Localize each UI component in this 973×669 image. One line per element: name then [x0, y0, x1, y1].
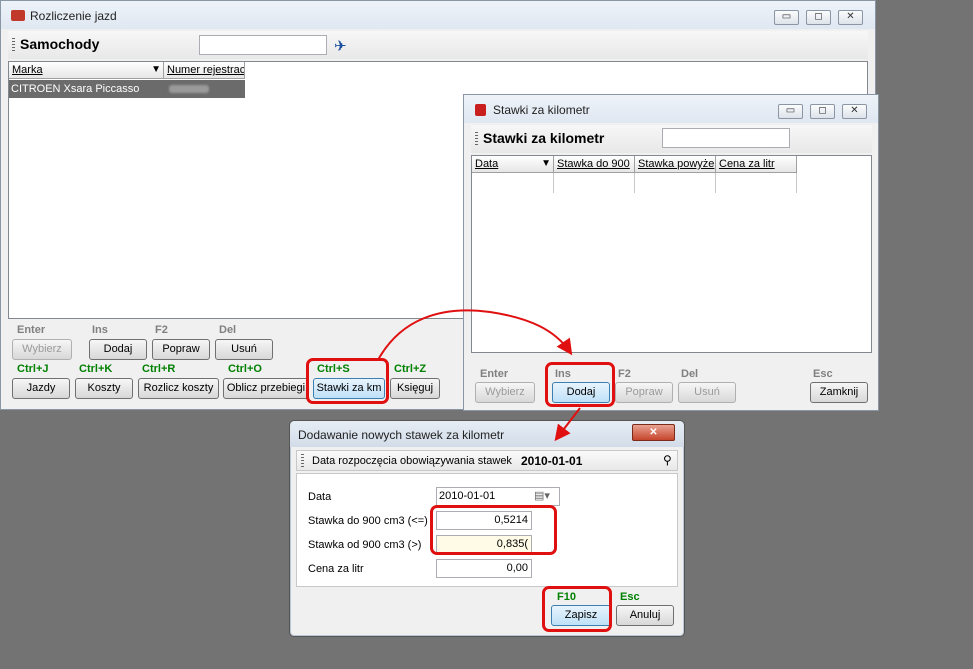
annotation-arrows: [377, 309, 581, 442]
arrow-to-dialog: [554, 407, 581, 442]
arrow-to-dodaj: [377, 309, 573, 361]
